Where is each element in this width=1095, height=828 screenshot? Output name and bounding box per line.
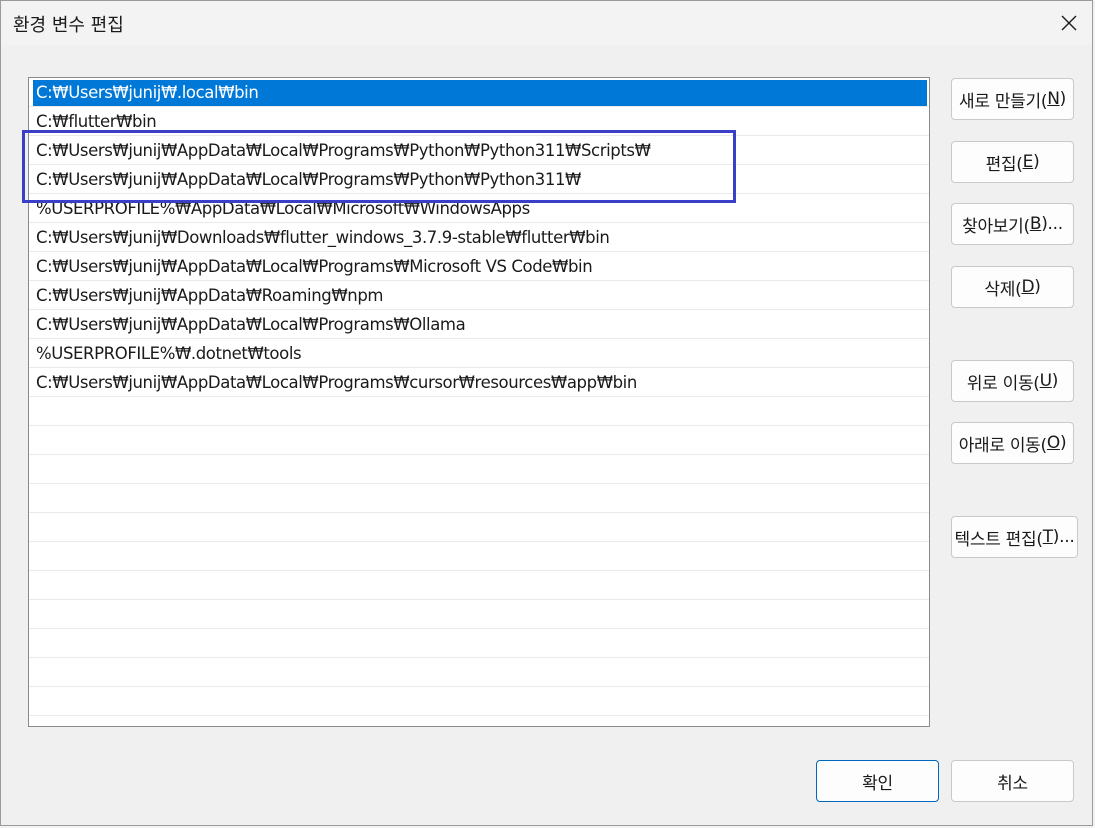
path-entry-text: C:₩Users₩junij₩.local₩bin bbox=[36, 83, 259, 102]
list-item[interactable]: C:₩Users₩junij₩AppData₩Local₩Programs₩cu… bbox=[29, 368, 929, 397]
empty-list-row[interactable] bbox=[29, 600, 929, 629]
path-entry-text: C:₩Users₩junij₩Downloads₩flutter_windows… bbox=[36, 228, 610, 247]
edit-text-button[interactable]: 텍스트 편집(T)... bbox=[951, 516, 1078, 558]
path-entry-text: C:₩Users₩junij₩AppData₩Roaming₩npm bbox=[36, 286, 384, 305]
ok-button[interactable]: 확인 bbox=[816, 760, 939, 802]
path-entry-text: %USERPROFILE%₩.dotnet₩tools bbox=[36, 344, 302, 363]
browse-button-suffix: )... bbox=[1041, 214, 1063, 234]
move-up-button-suffix: ) bbox=[1051, 371, 1059, 391]
edit-button[interactable]: 편집(E) bbox=[951, 141, 1074, 183]
empty-list-row[interactable] bbox=[29, 629, 929, 658]
path-entry-text: C:₩Users₩junij₩AppData₩Local₩Programs₩Py… bbox=[36, 170, 581, 189]
list-item[interactable]: C:₩Users₩junij₩AppData₩Local₩Programs₩Py… bbox=[29, 165, 929, 194]
cancel-button[interactable]: 취소 bbox=[951, 760, 1074, 802]
dialog-title: 환경 변수 편집 bbox=[13, 15, 124, 36]
empty-list-row[interactable] bbox=[29, 484, 929, 513]
move-down-button-label: 아래로 이동( bbox=[958, 435, 1047, 456]
empty-list-row[interactable] bbox=[29, 397, 929, 426]
move-up-button-label: 위로 이동( bbox=[966, 373, 1040, 394]
list-item[interactable]: C:₩Users₩junij₩AppData₩Local₩Programs₩Py… bbox=[29, 136, 929, 165]
edit-button-accesskey: E bbox=[1022, 152, 1034, 172]
delete-button[interactable]: 삭제(D) bbox=[951, 266, 1074, 308]
move-down-button-accesskey: O bbox=[1046, 433, 1060, 453]
empty-list-row[interactable] bbox=[29, 513, 929, 542]
move-up-button-accesskey: U bbox=[1039, 371, 1052, 391]
list-item[interactable]: C:₩Users₩junij₩.local₩bin bbox=[29, 78, 929, 107]
path-entry-text: C:₩Users₩junij₩AppData₩Local₩Programs₩cu… bbox=[36, 373, 637, 392]
list-item[interactable]: C:₩Users₩junij₩AppData₩Local₩Programs₩Mi… bbox=[29, 252, 929, 281]
edit-text-button-suffix: )... bbox=[1052, 527, 1075, 547]
cancel-button-label: 취소 bbox=[997, 773, 1028, 794]
ok-button-label: 확인 bbox=[862, 773, 893, 794]
new-button-label: 새로 만들기( bbox=[959, 91, 1048, 112]
close-button[interactable] bbox=[1046, 1, 1092, 45]
new-button-accesskey: N bbox=[1047, 89, 1060, 109]
path-entry-text: C:₩flutter₩bin bbox=[36, 112, 157, 131]
empty-list-row[interactable] bbox=[29, 455, 929, 484]
edit-env-var-dialog: 환경 변수 편집 C:₩Users₩junij₩.local₩bin C:₩flu… bbox=[0, 0, 1093, 826]
delete-button-accesskey: D bbox=[1021, 277, 1035, 297]
path-entry-text: %USERPROFILE%₩AppData₩Local₩Microsoft₩Wi… bbox=[36, 199, 530, 218]
empty-list-row[interactable] bbox=[29, 658, 929, 687]
edit-button-label: 편집( bbox=[985, 154, 1023, 175]
new-button-suffix: ) bbox=[1059, 89, 1067, 109]
title-bar: 환경 변수 편집 bbox=[1, 1, 1092, 45]
move-down-button[interactable]: 아래로 이동(O) bbox=[951, 422, 1074, 464]
close-icon bbox=[1061, 15, 1077, 31]
move-down-button-suffix: ) bbox=[1059, 433, 1067, 453]
empty-list-row[interactable] bbox=[29, 687, 929, 716]
list-item[interactable]: C:₩flutter₩bin bbox=[29, 107, 929, 136]
browse-button[interactable]: 찾아보기(B)... bbox=[951, 203, 1074, 245]
list-item[interactable]: %USERPROFILE%₩.dotnet₩tools bbox=[29, 339, 929, 368]
list-item[interactable]: %USERPROFILE%₩AppData₩Local₩Microsoft₩Wi… bbox=[29, 194, 929, 223]
edit-text-button-accesskey: T bbox=[1042, 527, 1053, 547]
move-up-button[interactable]: 위로 이동(U) bbox=[951, 360, 1074, 402]
path-entry-text: C:₩Users₩junij₩AppData₩Local₩Programs₩Py… bbox=[36, 141, 651, 160]
path-entry-text: C:₩Users₩junij₩AppData₩Local₩Programs₩Ol… bbox=[36, 315, 466, 334]
path-entry-text: C:₩Users₩junij₩AppData₩Local₩Programs₩Mi… bbox=[36, 257, 593, 276]
empty-list-row[interactable] bbox=[29, 542, 929, 571]
empty-list-row[interactable] bbox=[29, 571, 929, 600]
delete-button-suffix: ) bbox=[1034, 277, 1041, 297]
edit-button-suffix: ) bbox=[1033, 152, 1040, 172]
new-button[interactable]: 새로 만들기(N) bbox=[951, 78, 1074, 120]
list-item[interactable]: C:₩Users₩junij₩AppData₩Local₩Programs₩Ol… bbox=[29, 310, 929, 339]
browse-button-accesskey: B bbox=[1029, 214, 1042, 234]
delete-button-label: 삭제( bbox=[984, 279, 1022, 300]
list-item[interactable]: C:₩Users₩junij₩AppData₩Roaming₩npm bbox=[29, 281, 929, 310]
path-list[interactable]: C:₩Users₩junij₩.local₩bin C:₩flutter₩bin C… bbox=[28, 77, 930, 727]
edit-text-button-label: 텍스트 편집( bbox=[954, 529, 1043, 550]
browse-button-label: 찾아보기( bbox=[962, 216, 1030, 237]
list-item[interactable]: C:₩Users₩junij₩Downloads₩flutter_windows… bbox=[29, 223, 929, 252]
empty-list-row[interactable] bbox=[29, 426, 929, 455]
